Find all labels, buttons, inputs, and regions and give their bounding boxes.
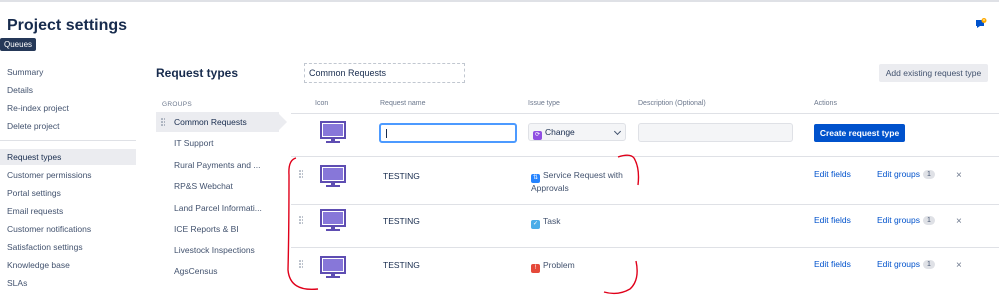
request-name: TESTING [383,260,420,270]
sidebar-item-customer-permissions[interactable]: Customer permissions [0,167,136,183]
group-label: Livestock Inspections [174,245,255,255]
description-input[interactable] [638,123,793,142]
group-count-badge: 1 [923,170,935,179]
chevron-down-icon [613,127,622,136]
sidebar-item-reindex-project[interactable]: Re-index project [0,100,136,116]
delete-icon[interactable]: × [956,216,962,227]
column-header-description: Description (Optional) [638,100,706,107]
group-label: Common Requests [174,117,247,127]
sidebar-item-request-types[interactable]: Request types [0,149,136,165]
group-item-land-parcel[interactable]: Land Parcel Informati... [156,198,279,218]
top-border [0,0,999,2]
monitor-icon[interactable] [320,256,346,280]
task-icon: ✓ [531,220,540,229]
request-name: TESTING [383,216,420,226]
add-existing-request-type-button[interactable]: Add existing request type [879,64,988,82]
drag-handle-icon[interactable] [161,118,165,126]
row-divider [291,204,999,205]
column-header-issue-type: Issue type [528,100,560,107]
issue-type-selected: Change [545,127,575,137]
queues-tooltip: Queues [0,38,37,51]
delete-icon[interactable]: × [956,170,962,181]
column-header-request-name: Request name [380,100,426,107]
group-label: AgsCensus [174,266,218,276]
row-divider [291,247,999,248]
group-label: IT Support [174,138,214,148]
column-header-actions: Actions [814,100,837,107]
request-name: TESTING [383,171,420,181]
group-label: Rural Payments and ... [174,160,261,170]
text-caret [386,129,387,138]
sidebar-item-knowledge-base[interactable]: Knowledge base [0,257,136,273]
delete-icon[interactable]: × [956,260,962,271]
group-item-ice-reports[interactable]: ICE Reports & BI [156,219,279,239]
group-item-agscensus[interactable]: AgsCensus [156,261,279,281]
issue-type: ✓ Task [531,216,561,229]
column-header-icon: Icon [315,100,329,107]
issue-type-select[interactable]: ⟳ Change [528,123,626,141]
request-name-input[interactable] [379,123,517,143]
sidebar-item-slas[interactable]: SLAs [0,275,136,291]
group-item-livestock-inspections[interactable]: Livestock Inspections [156,240,279,260]
edit-groups-link[interactable]: Edit groups 1 [877,215,935,225]
sidebar-item-delete-project[interactable]: Delete project [0,118,136,134]
drag-handle-icon[interactable] [299,170,303,178]
monitor-icon[interactable] [320,121,346,145]
edit-groups-link[interactable]: Edit groups 1 [877,169,935,179]
create-request-type-button[interactable]: Create request type [814,124,905,142]
edit-fields-link[interactable]: Edit fields [814,259,851,269]
header-divider [291,113,999,114]
edit-fields-link[interactable]: Edit fields [814,169,851,179]
service-request-icon: ⇅ [531,174,540,183]
group-item-rural-payments[interactable]: Rural Payments and ... [156,155,279,175]
monitor-icon[interactable] [320,165,346,189]
group-name-field[interactable]: Common Requests [304,63,465,83]
groups-header: GROUPS [162,101,192,108]
drag-handle-icon[interactable] [299,216,303,224]
page-title: Project settings [7,17,128,34]
group-label: RP&S Webchat [174,181,233,191]
edit-fields-link[interactable]: Edit fields [814,215,851,225]
sidebar-item-details[interactable]: Details [0,82,136,98]
sidebar-item-satisfaction-settings[interactable]: Satisfaction settings [0,239,136,255]
group-count-badge: 1 [923,260,935,269]
group-label: Land Parcel Informati... [174,203,262,213]
request-types-table: Icon Request name Issue type Description… [291,94,999,297]
problem-icon: ! [531,264,540,273]
sidebar-item-customer-notifications[interactable]: Customer notifications [0,221,136,237]
request-types-title: Request types [156,66,239,80]
group-count-badge: 1 [923,216,935,225]
issue-type: ⇅ Service Request with Approvals [531,170,623,193]
sidebar-divider [0,140,136,141]
sidebar-item-email-requests[interactable]: Email requests [0,203,136,219]
issue-type: ! Problem [531,260,575,273]
change-icon: ⟳ [533,131,542,140]
sidebar-item-portal-settings[interactable]: Portal settings [0,185,136,201]
sidebar-item-summary[interactable]: Summary [0,64,136,80]
group-label: ICE Reports & BI [174,224,239,234]
feedback-icon[interactable] [975,18,987,30]
group-item-it-support[interactable]: IT Support [156,133,279,153]
active-group-pointer [279,114,287,130]
group-item-rps-webchat[interactable]: RP&S Webchat [156,176,279,196]
group-item-common-requests[interactable]: Common Requests [156,112,279,132]
row-divider [291,156,999,157]
edit-groups-link[interactable]: Edit groups 1 [877,259,935,269]
drag-handle-icon[interactable] [299,260,303,268]
monitor-icon[interactable] [320,209,346,233]
